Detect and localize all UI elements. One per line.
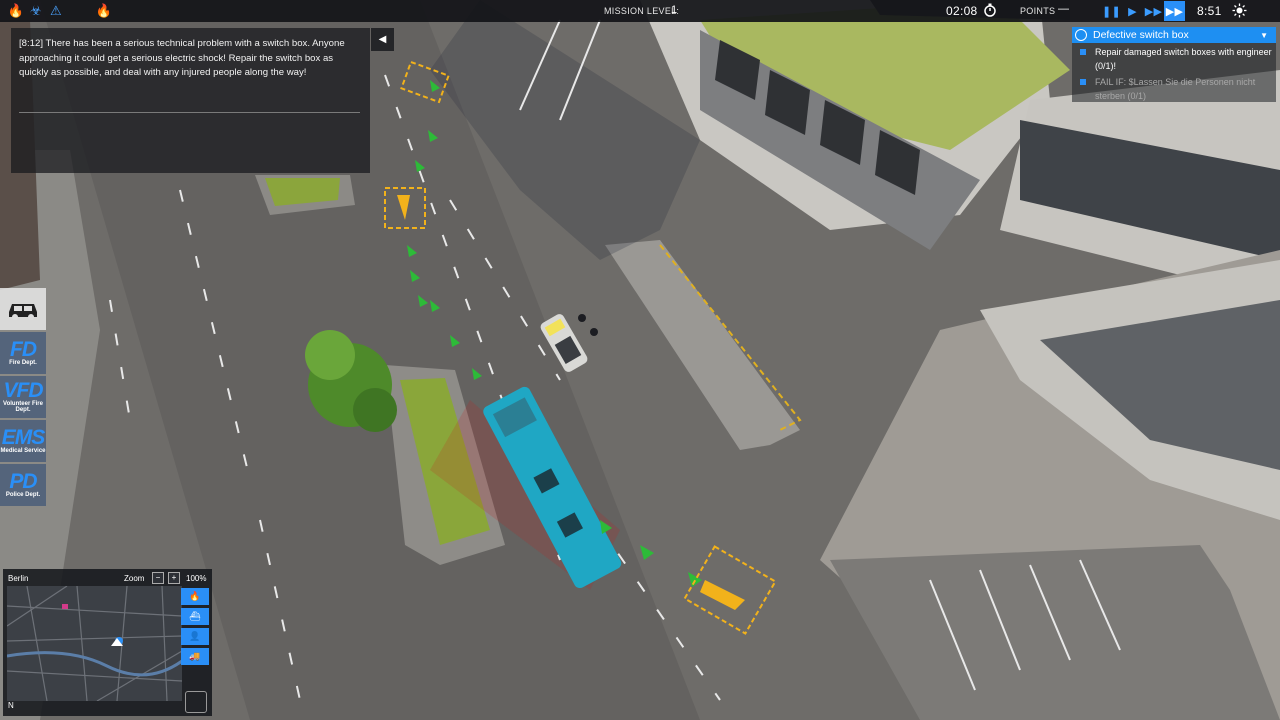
sun-icon [1232,3,1247,18]
objective-task: Repair damaged switch boxes with enginee… [1072,46,1276,73]
objective-task-text: Repair damaged switch boxes with enginee… [1095,47,1272,71]
play-button[interactable]: ▶ [1122,1,1143,21]
mission-message-text: [8:12] There has been a serious technica… [19,38,345,78]
fd-label: FD [10,338,37,361]
vehicles-button[interactable] [0,288,46,330]
minimap-panel: Berlin Zoom − + 100% N 🔥 ⛴ 👤 🚚 [3,569,212,716]
police-alert-icon[interactable]: ⚠ [48,2,64,20]
compass-north: N [8,701,14,710]
task-bullet-icon [1080,49,1086,55]
pd-caption: Police Dept. [5,492,41,498]
points-label: POINTS [1020,6,1056,16]
fd-caption: Fire Dept. [9,360,37,366]
fast-forward-button[interactable]: ▶▶ [1143,1,1164,21]
ems-caption: Medical Service [0,448,46,454]
person-icon: 👤 [189,631,201,641]
fire-alert-icon[interactable]: 🔥 [96,2,112,20]
collapse-message-button[interactable]: ◀ [371,28,394,51]
points-value: — [1058,3,1070,15]
pd-label: PD [9,470,37,493]
radar-icon[interactable] [185,691,207,713]
objective-header[interactable]: Defective switch box ▼ [1072,27,1276,43]
minimap[interactable] [7,586,182,701]
task-bullet-icon [1080,79,1086,85]
volunteer-fire-dept-button[interactable]: VFD Volunteer Fire Dept. [0,376,46,418]
fastest-speed-button[interactable]: ▶▶ [1164,1,1185,21]
zoom-in-button[interactable]: + [168,572,180,584]
mission-message-panel: [8:12] There has been a serious technica… [11,28,370,173]
car-icon [9,304,37,320]
objective-panel: Defective switch box ▼ Repair damaged sw… [1072,27,1276,102]
objective-fail-condition: FAIL IF: $Lassen Sie die Personen nicht … [1072,76,1276,103]
vfd-label: VFD [3,379,44,402]
fire-filter-button[interactable]: 🔥 [181,588,209,605]
medical-service-button[interactable]: EMS Medical Service [0,420,46,462]
target-icon [1075,29,1087,41]
objective-fail-text: FAIL IF: $Lassen Sie die Personen nicht … [1095,77,1256,101]
chevron-down-icon[interactable]: ▼ [1260,31,1268,40]
ems-label: EMS [1,426,46,449]
message-divider [19,112,360,113]
truck-icon: 🚚 [189,651,201,661]
top-bar: 🔥 ☣ ⚠ 🔥 MISSION LEVEL: 1 02:08 POINTS — … [0,0,1280,22]
vfd-caption: Volunteer Fire Dept. [3,401,43,413]
zoom-out-button[interactable]: − [152,572,164,584]
fire-alert-icon[interactable]: 🔥 [8,2,24,20]
objective-title: Defective switch box [1093,29,1189,41]
mission-level-value: 1 [671,4,678,16]
fire-dept-button[interactable]: FD Fire Dept. [0,332,46,374]
biohazard-alert-icon[interactable]: ☣ [28,2,44,20]
game-time: 8:51 [1197,4,1222,18]
alert-icons: 🔥 ☣ ⚠ 🔥 [8,2,112,20]
ship-filter-button[interactable]: ⛴ [181,608,209,625]
elapsed-time: 02:08 [946,4,978,18]
zoom-value: 100% [186,574,207,583]
mission-level-label: MISSION LEVEL: [604,6,680,16]
service-sidebar: FD Fire Dept. VFD Volunteer Fire Dept. E… [0,288,46,508]
stopwatch-icon [984,3,996,17]
ship-icon: ⛴ [189,611,201,621]
zoom-label: Zoom [124,574,145,583]
truck-filter-button[interactable]: 🚚 [181,648,209,665]
person-filter-button[interactable]: 👤 [181,628,209,645]
police-dept-button[interactable]: PD Police Dept. [0,464,46,506]
minimap-city: Berlin [8,574,29,583]
speed-controls: ❚❚ ▶ ▶▶ ▶▶ [1101,1,1185,21]
pause-button[interactable]: ❚❚ [1101,1,1122,21]
fire-icon: 🔥 [189,591,201,601]
